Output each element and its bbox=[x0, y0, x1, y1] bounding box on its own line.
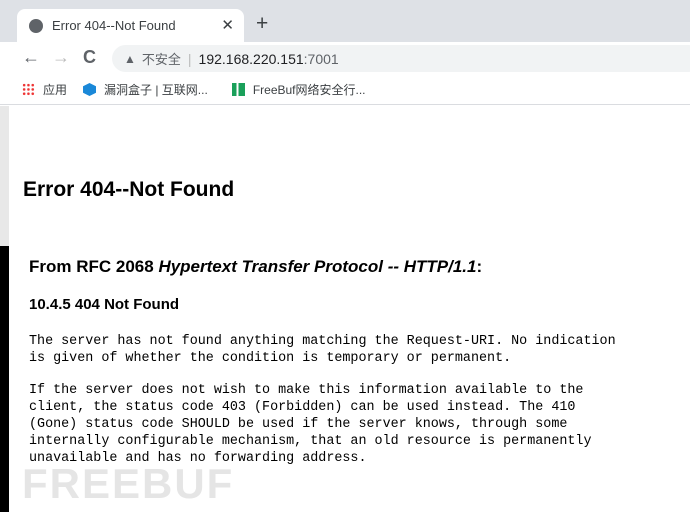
forward-button[interactable]: → bbox=[52, 47, 70, 68]
reload-button[interactable]: C bbox=[83, 47, 96, 68]
bookmark-freebuf[interactable]: FreeBuf网络安全行... bbox=[231, 81, 366, 98]
paragraph-2: If the server does not wish to make this… bbox=[29, 383, 592, 466]
new-tab-button[interactable]: + bbox=[256, 12, 268, 36]
rfc-title: Hypertext Transfer Protocol -- HTTP/1.1 bbox=[158, 257, 477, 276]
back-button[interactable]: ← bbox=[22, 47, 40, 68]
divider: | bbox=[187, 50, 192, 67]
security-label[interactable]: 不安全 bbox=[142, 49, 181, 68]
warning-icon: ▲ bbox=[124, 51, 136, 66]
tab-title: Error 404--Not Found bbox=[52, 18, 176, 33]
page-title: Error 404--Not Found bbox=[23, 178, 235, 201]
address-bar[interactable]: ▲ 不安全 | 192.168.220.151:7001 bbox=[112, 45, 690, 72]
rfc-prefix: From RFC 2068 bbox=[29, 257, 159, 276]
tab-strip: Error 404--Not Found ✕ + bbox=[0, 0, 690, 42]
freebuf-icon bbox=[231, 83, 245, 96]
section-heading: 10.4.5 404 Not Found bbox=[29, 296, 180, 313]
hexagon-icon bbox=[83, 83, 97, 96]
close-tab-icon[interactable]: ✕ bbox=[221, 16, 234, 34]
globe-icon bbox=[29, 18, 43, 33]
url-port: :7001 bbox=[303, 50, 339, 67]
bookmark-apps[interactable]: 应用 bbox=[22, 81, 67, 98]
tab-active[interactable]: Error 404--Not Found ✕ bbox=[17, 9, 244, 42]
url-text[interactable]: 192.168.220.151:7001 bbox=[199, 51, 339, 67]
apps-icon bbox=[22, 83, 35, 96]
watermark-logo: FREEBUF bbox=[22, 460, 235, 507]
left-edge-dark bbox=[0, 246, 9, 512]
bookmark-loudong[interactable]: 漏洞盒子 | 互联网... bbox=[83, 81, 208, 98]
url-host: 192.168.220.151 bbox=[198, 50, 304, 67]
bookmarks-bar: 应用 漏洞盒子 | 互联网... FreeBuf网络安全行... bbox=[0, 75, 690, 105]
toolbar: ← → C ▲ 不安全 | 192.168.220.151:7001 bbox=[0, 42, 690, 75]
paragraph-1: The server has not found anything matchi… bbox=[29, 334, 616, 366]
bookmark-label: 应用 bbox=[43, 83, 68, 97]
bookmark-label: FreeBuf网络安全行... bbox=[252, 83, 366, 97]
bookmark-label: 漏洞盒子 | 互联网... bbox=[104, 83, 208, 97]
rfc-suffix: : bbox=[476, 257, 483, 276]
left-edge bbox=[0, 106, 9, 246]
rfc-heading: From RFC 2068 Hypertext Transfer Protoco… bbox=[29, 257, 482, 277]
